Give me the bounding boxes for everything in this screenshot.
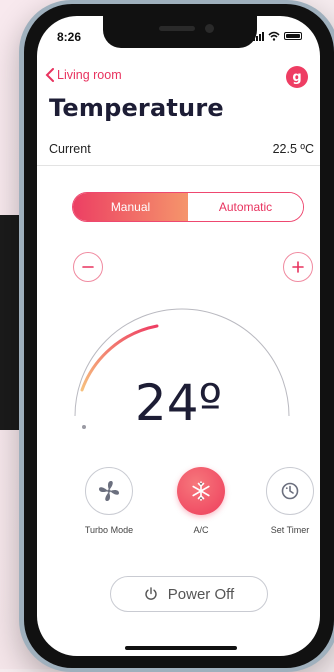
app-screen: 8:26 Living room g Temperature Current 2… [37, 16, 320, 656]
chevron-left-icon [45, 68, 54, 82]
divider [37, 165, 320, 166]
wifi-icon [268, 31, 280, 41]
set-timer-button[interactable]: Set Timer [250, 467, 320, 535]
page-title: Temperature [49, 94, 224, 122]
status-icons [253, 31, 302, 41]
fan-icon [99, 481, 119, 501]
signal-icon [253, 31, 264, 41]
power-off-label: Power Off [167, 585, 235, 603]
set-timer-label: Set Timer [270, 525, 310, 535]
phone-frame: 8:26 Living room g Temperature Current 2… [19, 0, 334, 672]
plus-icon [292, 261, 304, 273]
back-label: Living room [57, 68, 122, 82]
ac-mode-label: A/C [193, 525, 209, 535]
turbo-mode-circle [85, 467, 133, 515]
setpoint-temperature: 24º [134, 374, 223, 432]
phone-bezel: 8:26 Living room g Temperature Current 2… [24, 4, 334, 668]
camera [205, 24, 214, 33]
ac-mode-circle [177, 467, 225, 515]
timer-icon [281, 482, 299, 500]
status-time: 8:26 [57, 30, 82, 44]
turbo-mode-button[interactable]: Turbo Mode [69, 467, 149, 535]
home-indicator[interactable] [125, 646, 237, 650]
set-timer-circle [266, 467, 314, 515]
current-temp-value: 22.5 ºC [272, 142, 314, 156]
mode-toggle: Manual Automatic [72, 192, 304, 222]
increase-button[interactable] [283, 252, 313, 282]
turbo-mode-label: Turbo Mode [84, 525, 134, 535]
power-off-button[interactable]: Power Off [110, 576, 268, 612]
notch [103, 16, 257, 48]
battery-icon [284, 32, 302, 40]
tab-automatic[interactable]: Automatic [188, 193, 303, 221]
snowflake-icon [192, 481, 210, 501]
back-link[interactable]: Living room [45, 68, 122, 82]
power-icon [145, 587, 157, 600]
ac-mode-button[interactable]: A/C [161, 467, 241, 535]
current-temp-label: Current [49, 142, 91, 156]
minus-icon [82, 266, 94, 268]
speaker [159, 26, 195, 31]
tab-manual[interactable]: Manual [73, 193, 188, 221]
decrease-button[interactable] [73, 252, 103, 282]
avatar[interactable]: g [286, 66, 308, 88]
